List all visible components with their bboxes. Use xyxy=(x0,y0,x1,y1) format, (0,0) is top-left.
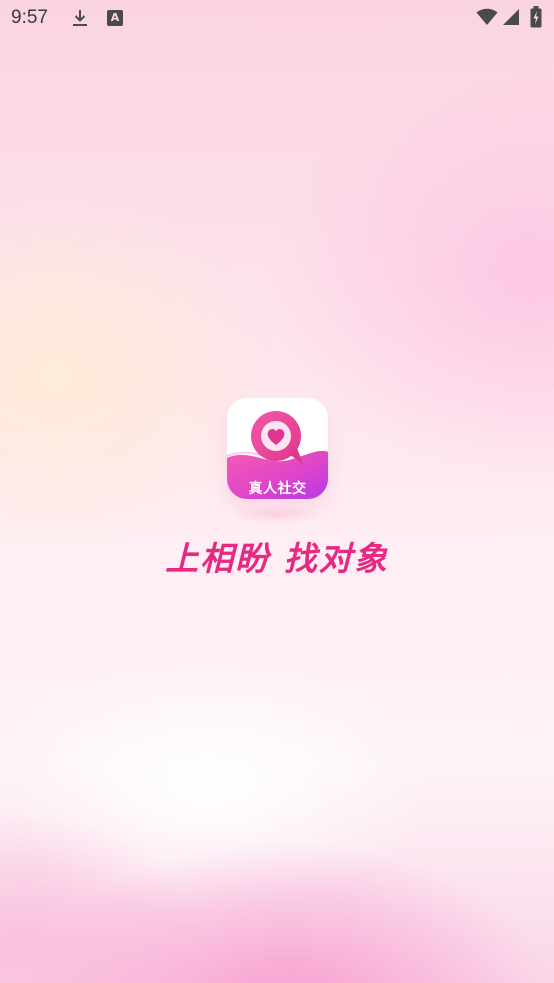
download-icon xyxy=(73,10,87,26)
status-bar: 9:57 A xyxy=(0,0,554,38)
slogan: 上相盼 找对象 xyxy=(165,539,389,578)
wifi-icon xyxy=(476,8,498,25)
logo-label: 真人社交 xyxy=(248,481,307,497)
splash-screen: 9:57 A 真人社交 上相盼 找对象 xyxy=(0,0,554,983)
battery-charging-icon xyxy=(530,6,542,28)
text-a-icon: A xyxy=(107,10,123,26)
heart-chat-icon xyxy=(251,411,303,464)
app-logo: 真人社交 xyxy=(227,398,328,499)
logo-reflection xyxy=(232,505,322,523)
signal-icon xyxy=(503,9,519,25)
status-time: 9:57 xyxy=(11,7,48,28)
